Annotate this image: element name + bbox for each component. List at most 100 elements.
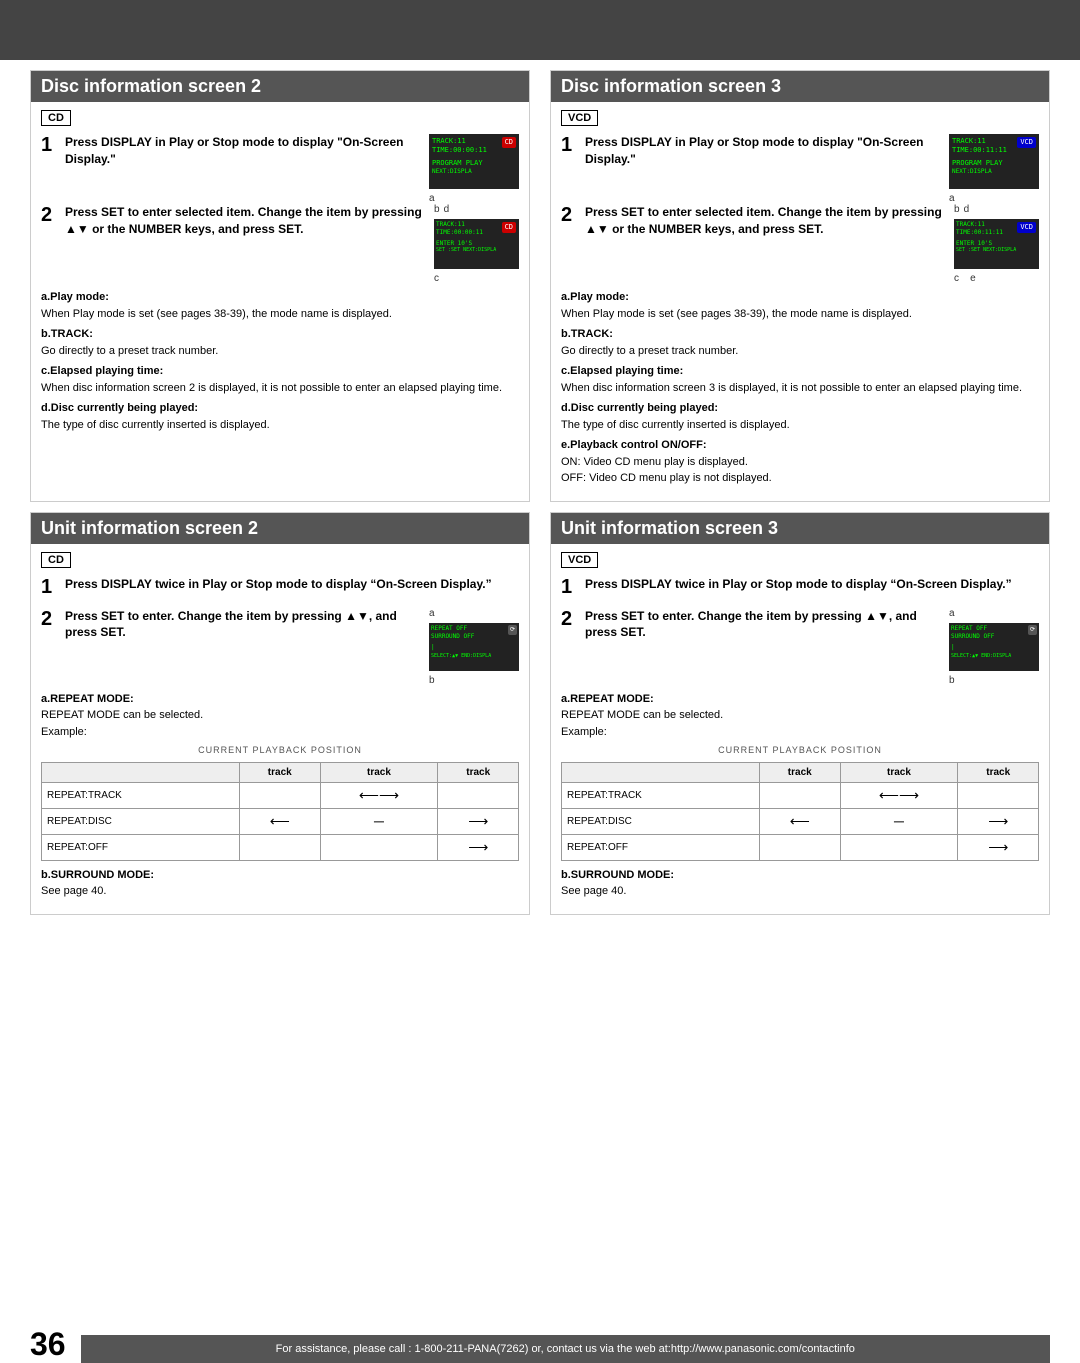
disc2-step2-text: Press SET to enter selected item. Change…	[65, 204, 428, 238]
unit2-row1-arrow2: ⟵⟶	[320, 782, 438, 808]
disc2-step1-row: 1 Press DISPLAY in Play or Stop mode to …	[41, 134, 519, 204]
unit3-current-pb: CURRENT PLAYBACK POSITION	[561, 744, 1039, 758]
disc3-note-c-text: When disc information screen 3 is displa…	[561, 382, 1022, 394]
disc-info-row: Disc information screen 2 CD 1 Press DIS…	[30, 70, 1050, 502]
unit3-row1-arrow	[760, 782, 841, 808]
disc3-note-c: c.Elapsed playing time: When disc inform…	[561, 363, 1039, 396]
unit2-step1-bold: Press DISPLAY twice in Play or Stop mode…	[65, 577, 492, 591]
unit2-row3-arrow2	[320, 834, 438, 860]
cd-icon-2: CD	[502, 222, 516, 233]
unit3-screen: a REPEAT OFF SURROUND OFF | SELECT:▲▼ EN…	[949, 608, 1039, 686]
screen1-label-a: a	[429, 193, 435, 204]
unit3-row2-arrow2: ─	[840, 808, 958, 834]
disc2-notes: a.Play mode: When Play mode is set (see …	[41, 289, 519, 433]
unit2-row3-arrow3: ⟶	[438, 834, 519, 860]
unit3-row1-arrow3	[958, 782, 1039, 808]
label-b: b	[434, 204, 440, 215]
unit2-example-label: Example:	[41, 726, 87, 738]
disc3-step1-num: 1	[561, 134, 577, 156]
unit2-col2: track	[320, 762, 438, 782]
unit3-row3-arrow2	[840, 834, 958, 860]
unit3-note-b-text: See page 40.	[561, 885, 626, 897]
unit2-col3: track	[438, 762, 519, 782]
unit2-note-b: b.SURROUND MODE: See page 40.	[41, 867, 519, 900]
unit3-step1-text: Press DISPLAY twice in Play or Stop mode…	[585, 576, 1039, 593]
unit2-note-b-text: See page 40.	[41, 885, 106, 897]
disc-info-2-title: Disc information screen 2	[31, 71, 529, 102]
unit2-row1-arrow3	[438, 782, 519, 808]
disc3-note-e: e.Playback control ON/OFF: ON: Video CD …	[561, 437, 1039, 487]
unit-info-screen-3: Unit information screen 3 VCD 1 Press DI…	[550, 512, 1050, 915]
disc3-step1: 1 Press DISPLAY in Play or Stop mode to …	[561, 134, 943, 168]
top-bar	[0, 0, 1080, 60]
disc3-step2-num: 2	[561, 204, 577, 226]
unit-info-3-inner: VCD 1 Press DISPLAY twice in Play or Sto…	[551, 552, 1049, 900]
unit2-screen-label-b: b	[429, 675, 435, 686]
unit2-row1-label: REPEAT:TRACK	[42, 782, 240, 808]
unit3-step2-num: 2	[561, 608, 577, 630]
disc-badge-vcd: VCD	[561, 110, 598, 126]
disc2-note-c-text: When disc information screen 2 is displa…	[41, 382, 502, 394]
disc2-note-a-text: When Play mode is set (see pages 38-39),…	[41, 308, 392, 320]
unit-info-screen-2: Unit information screen 2 CD 1 Press DIS…	[30, 512, 530, 915]
unit3-step1-bold: Press DISPLAY twice in Play or Stop mode…	[585, 577, 1012, 591]
unit3-example-label: Example:	[561, 726, 607, 738]
unit3-row2-arrow: ⟵	[760, 808, 841, 834]
disc2-screen2-mock: TRACK:11 TIME:00:00:11 ENTER 10'S SET :S…	[434, 219, 519, 269]
disc3-screen2-mock: TRACK:11 TIME:00:11:11 ENTER 10'S SET :S…	[954, 219, 1039, 269]
unit3-row3: REPEAT:OFF ⟶	[562, 834, 1039, 860]
unit2-screen: a REPEAT OFF SURROUND OFF | SELECT:▲▼ EN…	[429, 608, 519, 686]
unit2-row2: REPEAT:DISC ⟵ ─ ⟶	[42, 808, 519, 834]
disc3-step1-row: 1 Press DISPLAY in Play or Stop mode to …	[561, 134, 1039, 204]
unit2-step2-text: Press SET to enter. Change the item by p…	[65, 608, 423, 642]
unit3-note-a: a.REPEAT MODE: REPEAT MODE can be select…	[561, 691, 1039, 741]
disc3-screen1: TRACK:11 TIME:00:11:11 PROGRAM PLAY NEXT…	[949, 134, 1039, 204]
disc3-note-c-title: c.Elapsed playing time:	[561, 365, 683, 377]
unit3-row3-label: REPEAT:OFF	[562, 834, 760, 860]
unit2-current-pb: CURRENT PLAYBACK POSITION	[41, 744, 519, 758]
unit-info-row: Unit information screen 2 CD 1 Press DIS…	[30, 512, 1050, 915]
unit2-row1: REPEAT:TRACK ⟵⟶	[42, 782, 519, 808]
disc2-note-b-title: b.TRACK:	[41, 328, 93, 340]
disc2-note-a-title: a.Play mode:	[41, 291, 109, 303]
disc3-note-a: a.Play mode: When Play mode is set (see …	[561, 289, 1039, 322]
disc2-step1-text: Press DISPLAY in Play or Stop mode to di…	[65, 134, 423, 168]
disc2-note-c-title: c.Elapsed playing time:	[41, 365, 163, 377]
unit3-step2-text: Press SET to enter. Change the item by p…	[585, 608, 943, 642]
unit3-repeat-table: track track track REPEAT:TRACK ⟵⟶	[561, 762, 1039, 861]
unit2-notes: a.REPEAT MODE: REPEAT MODE can be select…	[41, 691, 519, 900]
unit3-note-b-title: b.SURROUND MODE:	[561, 869, 674, 881]
unit2-row2-arrow: ⟵	[240, 808, 321, 834]
vcd-icon-2: VCD	[1017, 222, 1036, 233]
unit3-screen-mock: REPEAT OFF SURROUND OFF | SELECT:▲▼ END:…	[949, 623, 1039, 671]
page-footer-area: 36 For assistance, please call : 1-800-2…	[0, 1321, 1080, 1363]
disc-info-2-inner: CD 1 Press DISPLAY in Play or Stop mode …	[31, 110, 529, 433]
disc3-label-b: b	[954, 204, 960, 215]
unit3-col-header-empty	[562, 762, 760, 782]
disc2-note-a: a.Play mode: When Play mode is set (see …	[41, 289, 519, 322]
unit3-note-a-title: a.REPEAT MODE:	[561, 693, 654, 705]
disc3-note-b: b.TRACK: Go directly to a preset track n…	[561, 326, 1039, 359]
page-wrapper: Disc information screen 2 CD 1 Press DIS…	[0, 0, 1080, 1363]
unit2-repeat-table: track track track REPEAT:TRACK ⟵⟶	[41, 762, 519, 861]
unit2-row2-arrow2: ─	[320, 808, 438, 834]
unit3-note-a-text: REPEAT MODE can be selected.	[561, 709, 723, 721]
disc2-note-d-text: The type of disc currently inserted is d…	[41, 419, 270, 431]
disc3-note-b-title: b.TRACK:	[561, 328, 613, 340]
disc3-screen2: b d TRACK:11 TIME:00:11:11 ENTER 10'S SE…	[954, 204, 1039, 284]
unit3-note-b: b.SURROUND MODE: See page 40.	[561, 867, 1039, 900]
unit3-col2: track	[840, 762, 958, 782]
disc3-screen2-label-ce: c e	[954, 273, 976, 284]
unit-info-2-title: Unit information screen 2	[31, 513, 529, 544]
page-number: 36	[30, 1326, 66, 1363]
disc3-note-b-text: Go directly to a preset track number.	[561, 345, 738, 357]
unit3-col1: track	[760, 762, 841, 782]
disc3-note-e-title: e.Playback control ON/OFF:	[561, 439, 706, 451]
disc2-step2: 2 Press SET to enter selected item. Chan…	[41, 204, 428, 238]
disc-info-screen-3: Disc information screen 3 VCD 1 Press DI…	[550, 70, 1050, 502]
unit2-screen-label-a: a	[429, 608, 435, 619]
disc2-note-c: c.Elapsed playing time: When disc inform…	[41, 363, 519, 396]
unit2-col1: track	[240, 762, 321, 782]
unit3-badge-vcd: VCD	[561, 552, 598, 568]
disc3-step2-row: 2 Press SET to enter selected item. Chan…	[561, 204, 1039, 284]
